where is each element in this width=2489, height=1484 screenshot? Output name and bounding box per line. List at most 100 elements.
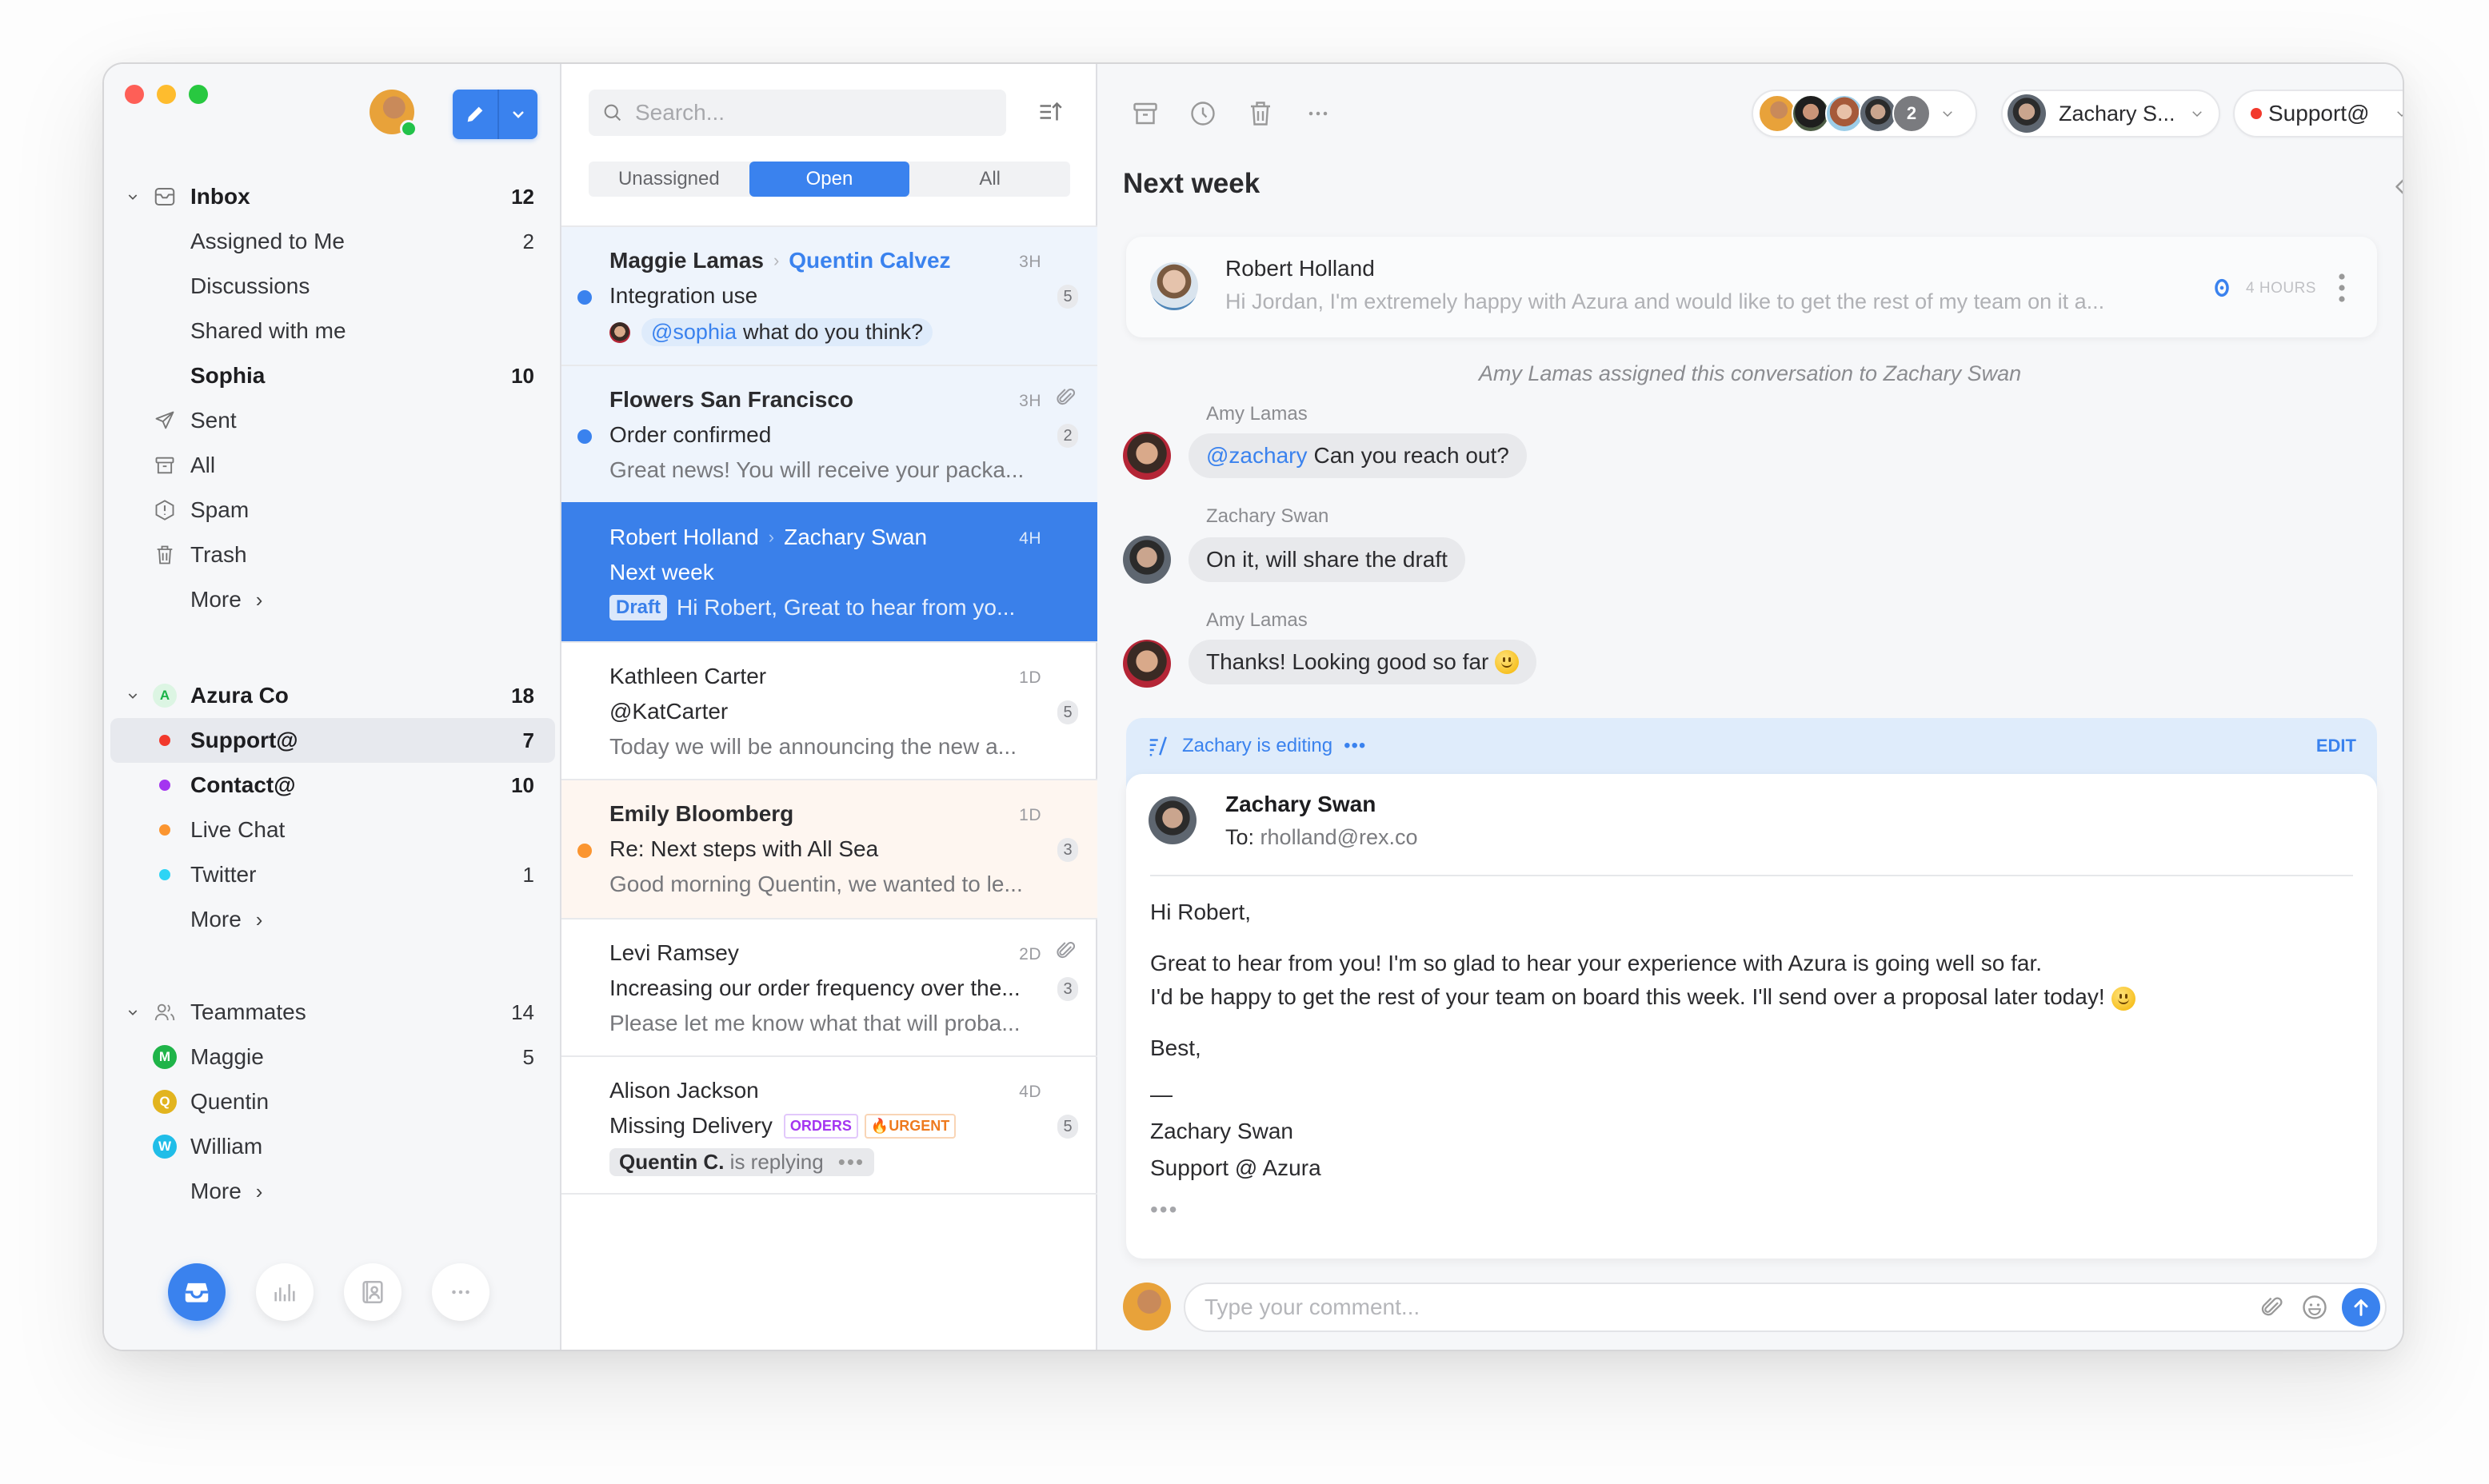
sidebar-item-william[interactable]: W William xyxy=(104,1124,561,1169)
sidebar-item-inbox[interactable]: Inbox 12 xyxy=(104,174,561,219)
chevron-down-icon[interactable] xyxy=(125,1004,141,1020)
sidebar-item-maggie[interactable]: M Maggie 5 xyxy=(104,1035,561,1079)
nav-inbox-button[interactable] xyxy=(168,1263,226,1321)
sidebar-item-assigned-to-me[interactable]: Assigned to Me 2 xyxy=(104,219,561,264)
email-sender: Robert Holland xyxy=(1225,256,1375,281)
tag-urgent[interactable]: 🔥URGENT xyxy=(864,1113,957,1139)
send-comment-button[interactable] xyxy=(2342,1288,2380,1326)
conversation-item[interactable]: Alison Jackson 4D Missing Delivery ORDER… xyxy=(561,1055,1097,1195)
attachment-icon[interactable] xyxy=(2259,1294,2286,1321)
compose-options-chevron-icon[interactable] xyxy=(499,90,537,139)
teammate-letter: W xyxy=(153,1135,177,1159)
conversation-item[interactable]: Flowers San Francisco 3H Order confirmed… xyxy=(561,365,1097,504)
window-zoom-button[interactable] xyxy=(189,85,208,104)
sidebar-item-shared-with-me[interactable]: Shared with me xyxy=(104,309,561,353)
sidebar-item-quentin[interactable]: Q Quentin xyxy=(104,1079,561,1124)
conversation-subject: Next week xyxy=(609,560,714,584)
conversation-time: 1D xyxy=(1019,806,1041,824)
sidebar-item-count: 1 xyxy=(522,862,534,887)
email-message-collapsed[interactable]: Robert Holland Hi Jordan, I'm extremely … xyxy=(1126,237,2377,337)
sidebar-item-sent[interactable]: Sent xyxy=(104,398,561,443)
more-link[interactable]: More › xyxy=(190,1179,262,1204)
search-field[interactable] xyxy=(589,90,1006,136)
trash-icon xyxy=(152,542,178,568)
sidebar-item-all[interactable]: All xyxy=(104,443,561,488)
search-input[interactable] xyxy=(635,100,987,126)
compose-button[interactable] xyxy=(453,90,537,139)
participants-dropdown[interactable]: 2 xyxy=(1752,90,1977,138)
sidebar-item-count: 2 xyxy=(522,229,534,253)
trash-icon xyxy=(1251,102,1270,126)
conversation-item[interactable]: Emily Bloomberg 1D Re: Next steps with A… xyxy=(561,779,1097,918)
tag-orders[interactable]: ORDERS xyxy=(783,1113,858,1139)
assignee-dropdown[interactable]: Zachary S... xyxy=(2001,90,2220,138)
conversation-time: 4D xyxy=(1019,1083,1041,1101)
more-link[interactable]: More › xyxy=(190,587,262,612)
archive-button[interactable] xyxy=(1129,98,1161,130)
snooze-button[interactable] xyxy=(1187,98,1219,130)
sidebar-more-inbox[interactable]: More › xyxy=(104,577,561,622)
conversation-item[interactable]: Maggie Lamas › Quentin Calvez 3H Integrati… xyxy=(561,225,1097,365)
typing-indicator: Quentin C. is replying ••• xyxy=(609,1148,875,1176)
delete-button[interactable] xyxy=(1244,98,1276,130)
team-letter: A xyxy=(153,684,177,708)
chevron-right-icon: › xyxy=(255,1179,263,1203)
sidebar-item-label: Contact@ xyxy=(190,772,296,797)
emoji-icon[interactable] xyxy=(2300,1293,2329,1322)
nav-contacts-button[interactable] xyxy=(344,1263,402,1321)
conversation-item-selected[interactable]: Robert Holland › Zachary Swan 4H Next week… xyxy=(561,502,1097,641)
teammate-avatar: Q xyxy=(152,1089,178,1115)
expand-quoted-icon[interactable]: ••• xyxy=(1150,1191,2135,1228)
conversation-time: 3H xyxy=(1019,392,1041,410)
window-close-button[interactable] xyxy=(125,85,144,104)
sidebar-item-support[interactable]: Support@ 7 xyxy=(110,718,555,763)
editing-icon xyxy=(1149,736,1167,756)
conversation-item[interactable]: Kathleen Carter 1D @KatCarter 5 Today we… xyxy=(561,641,1097,780)
sort-button[interactable] xyxy=(1035,96,1067,128)
clock-icon xyxy=(1191,102,1215,126)
chevron-down-icon[interactable] xyxy=(125,688,141,704)
tag-button[interactable] xyxy=(2391,170,2403,201)
sidebar-more-teammates[interactable]: More › xyxy=(104,1169,561,1214)
conversation-subject-title: Next week xyxy=(1123,168,1260,199)
nav-more-button[interactable] xyxy=(432,1263,489,1321)
conversation-item[interactable]: Levi Ramsey 2D Increasing our order freq… xyxy=(561,918,1097,1057)
kebab-menu-icon[interactable] xyxy=(2335,272,2348,304)
assignee-name: Zachary S... xyxy=(2059,101,2175,126)
nav-analytics-button[interactable] xyxy=(256,1263,314,1321)
sidebar-more-team[interactable]: More › xyxy=(104,897,561,942)
sidebar-item-twitter[interactable]: Twitter 1 xyxy=(104,852,561,897)
sidebar-item-spam[interactable]: Spam xyxy=(104,488,561,533)
comment-bubble: On it, will share the draft xyxy=(1189,537,1465,582)
message-count-badge: 5 xyxy=(1057,285,1078,309)
more-actions-button[interactable] xyxy=(1302,98,1334,130)
sidebar-item-trash[interactable]: Trash xyxy=(104,533,561,577)
more-link[interactable]: More › xyxy=(190,907,262,932)
email-time: 4 HOURS xyxy=(2246,280,2316,297)
sidebar-item-azura-co[interactable]: A Azura Co 18 xyxy=(104,673,561,718)
pencil-icon[interactable] xyxy=(453,90,499,139)
more-label: More xyxy=(190,1179,242,1203)
sidebar-item-contact[interactable]: Contact@ 10 xyxy=(104,763,561,808)
tab-open[interactable]: Open xyxy=(749,162,910,197)
signature-name: Zachary Swan xyxy=(1150,1119,1293,1143)
window-minimize-button[interactable] xyxy=(157,85,176,104)
sidebar-item-sophia[interactable]: Sophia 10 xyxy=(104,353,561,398)
edit-draft-button[interactable]: EDIT xyxy=(2316,736,2356,756)
sidebar-item-label: Shared with me xyxy=(190,318,346,343)
status-dot xyxy=(152,772,178,798)
tab-all[interactable]: All xyxy=(909,162,1070,197)
sidebar-item-discussions[interactable]: Discussions xyxy=(104,264,561,309)
tab-unassigned[interactable]: Unassigned xyxy=(589,162,749,197)
comment-input[interactable] xyxy=(1205,1295,2259,1320)
sidebar-item-teammates[interactable]: Teammates 14 xyxy=(104,990,561,1035)
conversation-preview: Great news! You will receive your packa.… xyxy=(609,457,1025,482)
chevron-down-icon[interactable] xyxy=(125,189,141,205)
sidebar-item-live-chat[interactable]: Live Chat xyxy=(104,808,561,852)
comment-author: Zachary Swan xyxy=(1206,505,1329,527)
mention[interactable]: @zachary xyxy=(1206,443,1307,469)
participant-avatar xyxy=(1825,94,1864,133)
inbox-dropdown[interactable]: Support@ xyxy=(2233,90,2403,138)
comment-author: Amy Lamas xyxy=(1206,403,1308,425)
sidebar-item-count: 14 xyxy=(511,999,534,1024)
